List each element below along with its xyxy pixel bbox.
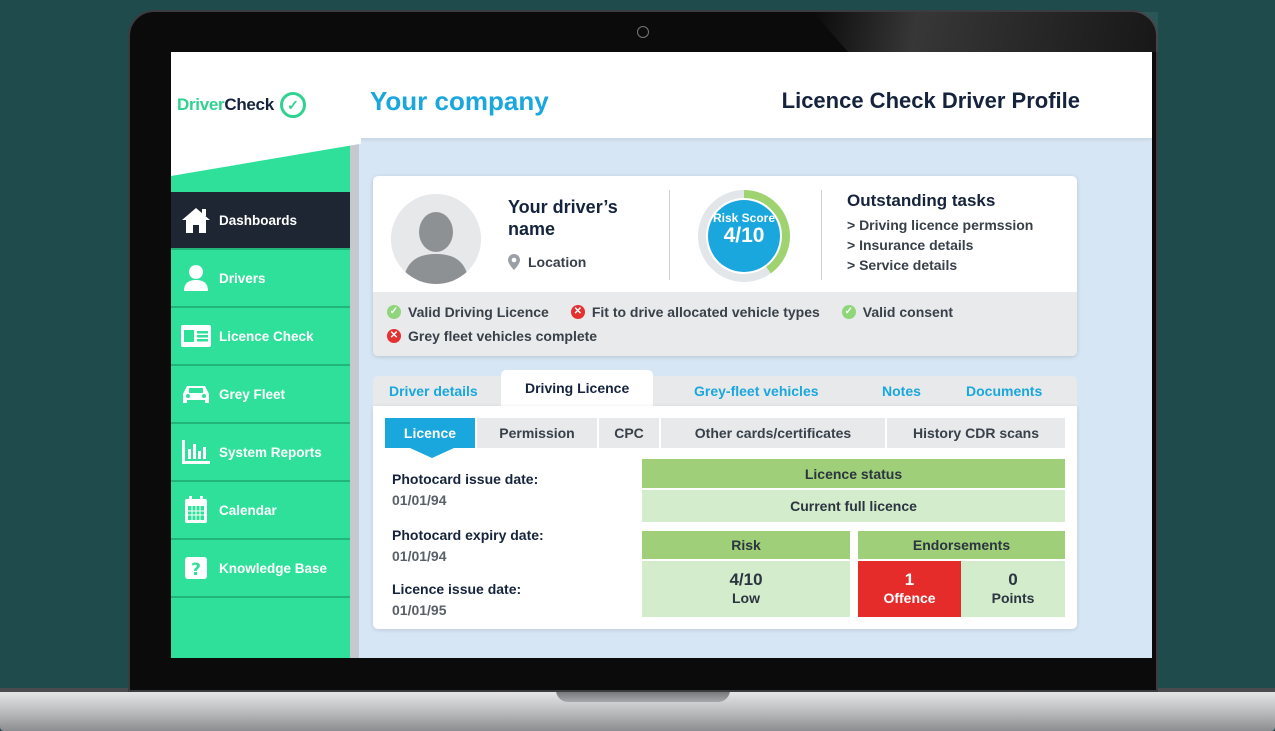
subtab-history-cdr-scans[interactable]: History CDR scans: [887, 418, 1065, 448]
offence-cell: 1 Offence: [858, 561, 961, 617]
tab-notes[interactable]: Notes: [882, 376, 921, 406]
svg-text:?: ?: [191, 560, 201, 580]
risk-score-badge: Risk Score 4/10: [708, 200, 780, 272]
question-icon: ?: [180, 553, 212, 583]
sidebar-item-label: Calendar: [219, 502, 277, 518]
risk-value: 4/10: [729, 570, 763, 589]
sidebar-item-label: Dashboards: [219, 212, 298, 228]
avatar: [391, 194, 481, 284]
check-icon: ✓: [387, 305, 401, 319]
sidebar-item-drivers[interactable]: Drivers: [171, 250, 350, 308]
sidebar-item-calendar[interactable]: Calendar: [171, 482, 350, 540]
location-pin-icon: [508, 254, 520, 270]
main-tabs: Driver details Driving Licence Grey-flee…: [373, 370, 1077, 406]
task-item[interactable]: > Driving licence permssion: [847, 215, 1033, 235]
subtab-cpc[interactable]: CPC: [599, 418, 661, 448]
status-label: Fit to drive allocated vehicle types: [591, 304, 820, 320]
driver-profile-card: Your driver’s name Location Risk Score 4…: [373, 176, 1077, 356]
outstanding-tasks: Outstanding tasks > Driving licence perm…: [847, 191, 1033, 275]
status-valid-licence: ✓ Valid Driving Licence: [387, 304, 549, 320]
offence-count: 1: [904, 570, 915, 589]
risk-level: Low: [732, 590, 760, 606]
licence-issue-label: Licence issue date:: [392, 581, 522, 597]
sidebar-item-knowledge-base[interactable]: ? Knowledge Base: [171, 540, 350, 598]
calendar-icon: [180, 495, 212, 525]
points-label: Points: [991, 590, 1035, 606]
photocard-issue-label: Photocard issue date:: [392, 471, 539, 487]
offence-label: Offence: [883, 590, 936, 606]
licence-status-header: Licence status: [642, 459, 1065, 488]
driver-name: Your driver’s name: [508, 197, 618, 239]
task-item[interactable]: > Service details: [847, 255, 1033, 275]
risk-cell: 4/10 Low: [642, 561, 850, 617]
home-icon: [180, 205, 212, 235]
sidebar-item-label: Drivers: [219, 270, 266, 286]
sidebar-item-dashboards[interactable]: Dashboards: [171, 192, 350, 250]
licence-issue-value: 01/01/95: [392, 602, 447, 618]
sidebar-item-label: Grey Fleet: [219, 386, 286, 402]
status-row: ✕ Grey fleet vehicles complete: [387, 328, 619, 344]
car-icon: [180, 379, 212, 409]
licence-subtabs: Licence Permission CPC Other cards/certi…: [385, 418, 1065, 458]
sidebar-item-system-reports[interactable]: System Reports: [171, 424, 350, 482]
points-count: 0: [1008, 570, 1018, 589]
points-cell: 0 Points: [961, 561, 1065, 617]
sidebar-item-licence-check[interactable]: Licence Check: [171, 308, 350, 366]
status-row: ✓ Valid Driving Licence ✕ Fit to drive all…: [387, 304, 975, 320]
endorsements-header: Endorsements: [858, 531, 1065, 559]
page-title: Licence Check Driver Profile: [781, 88, 1080, 113]
driver-location: Location: [508, 254, 586, 270]
active-subtab-pointer: [410, 448, 454, 458]
cross-icon: ✕: [570, 305, 585, 319]
photocard-issue-value: 01/01/94: [392, 492, 447, 508]
cross-icon: ✕: [387, 329, 401, 343]
subtab-permission[interactable]: Permission: [477, 418, 599, 448]
company-name: Your company: [370, 86, 549, 116]
webcam: [637, 26, 649, 38]
photocard-expiry-label: Photocard expiry date:: [392, 527, 544, 543]
logo[interactable]: Driver Check ✓: [177, 92, 306, 118]
person-icon: [180, 263, 212, 293]
outstanding-tasks-title: Outstanding tasks: [847, 191, 996, 210]
task-item[interactable]: > Insurance details: [847, 235, 1033, 255]
tab-grey-fleet-vehicles[interactable]: Grey-fleet vehicles: [694, 376, 819, 406]
divider: [669, 190, 670, 280]
status-label: Grey fleet vehicles complete: [408, 328, 598, 344]
status-label: Valid consent: [862, 304, 954, 320]
licence-panel: Licence Permission CPC Other cards/certi…: [373, 406, 1077, 629]
status-fit-to-drive: ✕ Fit to drive allocated vehicle types: [570, 304, 820, 320]
licence-status-value: Current full licence: [642, 490, 1065, 522]
id-card-icon: [180, 321, 212, 351]
app-screen: Your company Licence Check Driver Profil…: [171, 52, 1152, 658]
tab-driving-licence[interactable]: Driving Licence: [501, 370, 654, 406]
screen-glare: [813, 12, 1158, 52]
subtab-licence[interactable]: Licence: [385, 418, 477, 448]
divider: [821, 190, 822, 280]
status-grey-fleet: ✕ Grey fleet vehicles complete: [387, 328, 597, 344]
sidebar: Dashboards Drivers Licence Check Grey Fl…: [171, 138, 359, 658]
status-valid-consent: ✓ Valid consent: [841, 304, 954, 320]
sidebar-item-grey-fleet[interactable]: Grey Fleet: [171, 366, 350, 424]
sidebar-item-label: System Reports: [219, 444, 322, 460]
risk-header: Risk: [642, 531, 850, 559]
status-label: Valid Driving Licence: [408, 304, 549, 320]
tab-documents[interactable]: Documents: [966, 376, 1042, 406]
check-icon: ✓: [841, 305, 856, 319]
logo-text-check: Check: [224, 95, 274, 114]
sidebar-menu: Dashboards Drivers Licence Check Grey Fl…: [171, 192, 350, 598]
logo-text-driver: Driver: [177, 95, 225, 114]
compliance-status-bar: ✓ Valid Driving Licence ✕ Fit to drive all…: [373, 292, 1077, 356]
bar-chart-icon: [180, 437, 212, 467]
sidebar-item-label: Knowledge Base: [219, 560, 328, 576]
sidebar-item-label: Licence Check: [219, 328, 314, 344]
risk-score-value: 4/10: [723, 224, 765, 247]
check-circle-icon: ✓: [279, 92, 306, 118]
photocard-expiry-value: 01/01/94: [392, 548, 447, 564]
subtab-other-cards[interactable]: Other cards/certificates: [661, 418, 887, 448]
risk-score-gauge: Risk Score 4/10: [698, 190, 790, 282]
tab-driver-details[interactable]: Driver details: [389, 376, 478, 406]
location-label: Location: [528, 254, 587, 270]
